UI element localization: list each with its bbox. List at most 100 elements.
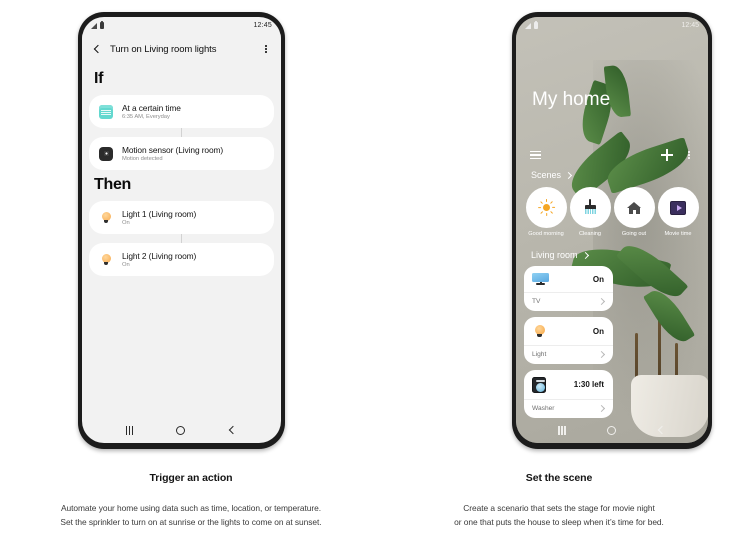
kebab-menu-icon[interactable]: [261, 45, 271, 53]
home-icon[interactable]: [176, 425, 186, 435]
chevron-right-icon[interactable]: [598, 351, 604, 357]
action-subtitle: On: [122, 262, 130, 268]
device-cards: On TV On Light 1:30 left Washer: [516, 265, 708, 418]
device-card-top: On: [524, 266, 613, 292]
calendar-icon: [99, 104, 113, 119]
caption-trigger-an-action: Trigger an action Automate your home usi…: [8, 472, 374, 529]
recents-icon[interactable]: [558, 425, 566, 435]
action-subtitle: On: [122, 220, 130, 226]
scene-bubble: [657, 187, 699, 228]
scene-cleaning[interactable]: Cleaning: [568, 187, 612, 238]
caption-line-2: Set the sprinkler to turn on at sunrise …: [60, 516, 322, 527]
plus-icon[interactable]: [661, 149, 673, 161]
caption-line-1: Automate your home using data such as ti…: [60, 503, 322, 513]
back-icon[interactable]: [657, 426, 666, 435]
condition-texts: Motion sensor (Living room) Motion detec…: [122, 145, 223, 162]
device-name: TV: [532, 297, 541, 305]
back-icon[interactable]: [228, 426, 237, 435]
chevron-right-icon: [565, 172, 571, 178]
status-bar: 12:45: [82, 17, 281, 34]
scenes-section-header[interactable]: Scenes: [516, 170, 708, 180]
toolbar-right: [661, 149, 694, 161]
scene-label: Good morning: [528, 231, 564, 237]
device-name: Washer: [532, 404, 555, 412]
caption-set-the-scene: Set the scene Create a scenario that set…: [376, 472, 742, 529]
device-card-bottom: Washer: [524, 398, 613, 418]
android-nav-bar: [516, 417, 708, 443]
card-connector: [89, 128, 274, 137]
device-card-washer[interactable]: 1:30 left Washer: [524, 369, 613, 418]
caption-title: Trigger an action: [149, 472, 233, 484]
caption-line-1: Create a scenario that sets the stage fo…: [463, 503, 655, 513]
chevron-right-icon: [582, 252, 588, 258]
broom-icon: [582, 199, 599, 216]
status-bar-left: [525, 20, 538, 29]
home-title: My home: [532, 89, 611, 110]
action-row-light2[interactable]: Light 2 (Living room) On: [89, 243, 274, 276]
device-card-tv[interactable]: On TV: [524, 265, 613, 311]
device-card-top: On: [524, 317, 613, 345]
battery-icon: [534, 20, 538, 29]
scene-movie-time[interactable]: Movie time: [656, 187, 700, 238]
motion-sensor-icon: [99, 146, 113, 161]
recents-icon[interactable]: [125, 425, 133, 435]
if-cards: At a certain time 6:35 AM, Everyday Moti…: [82, 95, 281, 170]
scene-label: Movie time: [664, 231, 692, 237]
action-row-light1[interactable]: Light 1 (Living room) On: [89, 201, 274, 234]
device-name: Light: [532, 350, 547, 358]
scene-label: Cleaning: [578, 231, 602, 237]
status-bar: 12:45: [516, 17, 708, 34]
then-cards: Light 1 (Living room) On Light 2 (Living…: [82, 201, 281, 276]
condition-texts: At a certain time 6:35 AM, Everyday: [122, 103, 181, 120]
home-icon[interactable]: [606, 425, 616, 435]
tv-icon: [532, 272, 549, 286]
living-room-section-header[interactable]: Living room: [516, 250, 708, 260]
chevron-left-icon[interactable]: [92, 44, 102, 54]
phone-automation-mockup: 12:45 Turn on Living room lights If At a…: [78, 12, 285, 449]
washer-icon: [532, 376, 546, 393]
action-texts: Light 1 (Living room) On: [122, 209, 196, 226]
condition-subtitle: 6:35 AM, Everyday: [122, 114, 170, 120]
sun-icon: [537, 199, 555, 216]
device-card-bottom: Light: [524, 344, 613, 364]
android-nav-bar: [82, 417, 281, 443]
living-room-label: Living room: [531, 249, 578, 260]
scene-bubble: [569, 187, 611, 228]
light-bulb-icon: [99, 211, 113, 225]
home-toolbar: [516, 149, 708, 161]
condition-row-time[interactable]: At a certain time 6:35 AM, Everyday: [89, 95, 274, 128]
device-state: 1:30 left: [573, 380, 604, 390]
if-section-heading: If: [94, 70, 104, 87]
chevron-right-icon[interactable]: [598, 405, 604, 411]
house-icon: [626, 199, 643, 216]
scene-good-morning[interactable]: Good morning: [524, 187, 568, 238]
caption-title: Set the scene: [525, 472, 593, 484]
action-title: Light 1 (Living room): [122, 209, 197, 219]
status-bar-time: 12:45: [253, 22, 272, 29]
signal-bars-icon: [525, 23, 531, 29]
chevron-right-icon[interactable]: [598, 298, 604, 304]
condition-title: Motion sensor (Living room): [122, 145, 224, 155]
scenes-list: Good morning Cleaning Going out Movie ti…: [516, 187, 708, 238]
then-section-heading: Then: [94, 176, 132, 193]
scene-going-out[interactable]: Going out: [612, 187, 656, 238]
action-title: Light 2 (Living room): [122, 251, 197, 261]
action-texts: Light 2 (Living room) On: [122, 251, 196, 268]
device-card-bottom: TV: [524, 291, 613, 311]
caption-line-2: or one that puts the house to sleep when…: [454, 516, 664, 527]
page-title: Turn on Living room lights: [110, 43, 217, 55]
status-bar-left: [91, 20, 104, 29]
status-bar-time: 12:45: [681, 22, 699, 29]
device-card-light[interactable]: On Light: [524, 316, 613, 364]
condition-row-motion[interactable]: Motion sensor (Living room) Motion detec…: [89, 137, 274, 170]
card-connector: [89, 234, 274, 243]
kebab-menu-icon[interactable]: [684, 151, 694, 159]
scene-label: Going out: [621, 231, 647, 237]
hamburger-menu-icon[interactable]: [530, 150, 541, 160]
scene-bubble: [613, 187, 655, 228]
device-state: On: [592, 274, 604, 284]
scene-bubble: [525, 187, 567, 228]
app-bar: Turn on Living room lights: [82, 34, 281, 64]
phone-smartthings-mockup: 12:45 My home Scenes Good morning Cleani…: [512, 12, 712, 449]
signal-bars-icon: [91, 23, 97, 29]
